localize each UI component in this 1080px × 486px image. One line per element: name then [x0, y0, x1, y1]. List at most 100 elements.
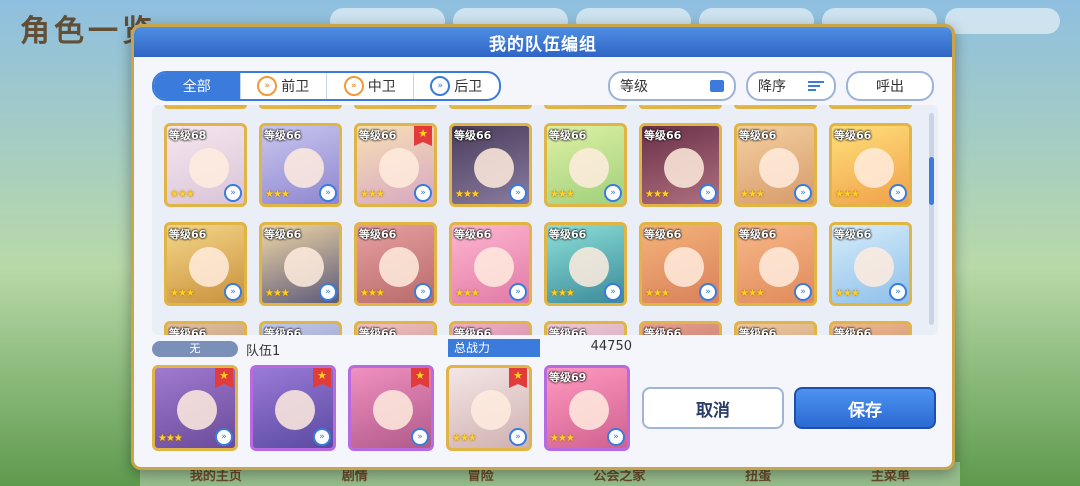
character-card-partial[interactable] — [639, 105, 722, 109]
star-rating: ★★★ — [550, 288, 575, 299]
character-card[interactable]: 等级68 ★★★ » — [164, 123, 247, 207]
grid-row-1: 等级68 ★★★ » 等级66 ★★★ » 等级66 ★★★ » ★ 等级66 ★★★ » 等级66 ★★★… — [164, 123, 912, 207]
level-label: 等级66 — [739, 129, 777, 142]
level-label: 等级66 — [359, 327, 397, 335]
filter-middle-label: 中卫 — [367, 79, 396, 95]
character-card[interactable]: 等级66 ★★★ » — [544, 222, 627, 306]
character-card[interactable]: 等级66 ★★★ » — [734, 123, 817, 207]
character-card[interactable]: ★★★ » ★ — [446, 365, 532, 451]
character-portrait — [759, 247, 799, 287]
filter-all[interactable]: 全部 — [154, 73, 240, 99]
star-rating: ★★★ — [265, 288, 290, 299]
team-info-bar: 无 队伍1 总战力 44750 — [152, 339, 938, 359]
character-card[interactable]: 等级66 ★★★ » — [544, 123, 627, 207]
order-button[interactable]: 降序 — [746, 71, 836, 101]
role-icon: » — [215, 428, 233, 446]
call-button[interactable]: 呼出 — [846, 71, 934, 101]
character-card[interactable]: ★★★ » ★ — [152, 365, 238, 451]
character-portrait — [373, 390, 413, 430]
total-power-value: 44750 — [590, 339, 632, 354]
filter-front[interactable]: » 前卫 — [239, 73, 327, 99]
star-flag-icon: ★ — [509, 368, 527, 388]
character-card-partial[interactable] — [829, 105, 912, 109]
character-card[interactable]: 等级66» — [164, 321, 247, 335]
level-label: 等级66 — [454, 228, 492, 241]
role-icon: » — [889, 283, 907, 301]
character-card-partial[interactable] — [354, 105, 437, 109]
character-card[interactable]: 等级66 ★★★ » — [449, 123, 532, 207]
star-rating: ★★★ — [158, 433, 183, 444]
filter-middle[interactable]: » 中卫 — [326, 73, 413, 99]
grid-row-2: 等级66 ★★★ » 等级66 ★★★ » 等级66 ★★★ » 等级66 ★★★ » 等级66 ★★★ »… — [164, 222, 912, 306]
level-label: 等级66 — [454, 327, 492, 335]
scrollbar-thumb[interactable] — [929, 157, 934, 205]
grid-row-3: 等级66» 等级66» 等级66» 等级66» 等级66» 等级66» 等级66» 等级66» — [164, 321, 912, 335]
save-button[interactable]: 保存 — [794, 387, 936, 429]
star-rating: ★★★ — [455, 288, 480, 299]
character-card[interactable]: 等级66 ★★★ » — [829, 123, 912, 207]
character-card[interactable]: 等级66 ★★★ » — [164, 222, 247, 306]
character-card-partial[interactable] — [449, 105, 532, 109]
level-label: 等级66 — [549, 228, 587, 241]
character-card[interactable]: 等级66» — [734, 321, 817, 335]
character-card[interactable]: 等级66 ★★★ » — [734, 222, 817, 306]
star-rating: ★★★ — [835, 189, 860, 200]
level-label: 等级66 — [264, 129, 302, 142]
character-card[interactable]: 等级66» — [829, 321, 912, 335]
cancel-button[interactable]: 取消 — [642, 387, 784, 429]
character-card[interactable]: » ★ — [348, 365, 434, 451]
character-card[interactable]: 等级66 ★★★ » — [639, 222, 722, 306]
level-label: 等级66 — [169, 228, 207, 241]
dropdown-icon — [710, 80, 724, 92]
sort-dropdown[interactable]: 等级 — [608, 71, 736, 101]
character-card-partial[interactable] — [734, 105, 817, 109]
star-rating: ★★★ — [835, 288, 860, 299]
character-card[interactable]: 等级66» — [544, 321, 627, 335]
character-card[interactable]: 等级66 ★★★ » — [259, 123, 342, 207]
filter-front-label: 前卫 — [281, 79, 310, 95]
star-rating: ★★★ — [360, 288, 385, 299]
character-portrait — [474, 148, 514, 188]
role-icon: » — [607, 428, 625, 446]
level-label: 等级69 — [549, 371, 587, 384]
character-card[interactable]: 等级69 ★★★ » — [544, 365, 630, 451]
character-card[interactable]: 等级66 ★★★ » ★ — [354, 123, 437, 207]
star-flag-icon: ★ — [414, 126, 432, 146]
character-portrait — [471, 390, 511, 430]
star-rating: ★★★ — [550, 433, 575, 444]
level-label: 等级66 — [359, 228, 397, 241]
role-icon: » — [699, 283, 717, 301]
character-card-partial[interactable] — [259, 105, 342, 109]
character-portrait — [379, 148, 419, 188]
character-card[interactable]: 等级66 ★★★ » — [639, 123, 722, 207]
grid-scrollbar[interactable] — [929, 113, 934, 325]
character-card[interactable]: 等级66 ★★★ » — [449, 222, 532, 306]
character-portrait — [854, 148, 894, 188]
team-members: ★★★» ★» ★» ★ ★★★» ★ 等级69 ★★★» — [152, 365, 630, 451]
character-card[interactable]: 等级66» — [449, 321, 532, 335]
level-label: 等级66 — [264, 327, 302, 335]
star-rating: ★★★ — [645, 189, 670, 200]
star-flag-icon: ★ — [215, 368, 233, 388]
character-card[interactable]: 等级66 ★★★ » — [829, 222, 912, 306]
star-rating: ★★★ — [170, 189, 195, 200]
character-portrait — [569, 390, 609, 430]
character-card[interactable]: » ★ — [250, 365, 336, 451]
role-icon: » — [604, 283, 622, 301]
dialog-title: 我的队伍编组 — [134, 27, 952, 57]
character-card[interactable]: 等级66» — [639, 321, 722, 335]
character-card-partial[interactable] — [544, 105, 627, 109]
level-label: 等级66 — [264, 228, 302, 241]
call-label: 呼出 — [876, 79, 904, 95]
character-card[interactable]: 等级66» — [354, 321, 437, 335]
character-card[interactable]: 等级66» — [259, 321, 342, 335]
level-label: 等级66 — [834, 228, 872, 241]
character-card[interactable]: 等级66 ★★★ » — [354, 222, 437, 306]
role-icon: » — [509, 184, 527, 202]
filter-back[interactable]: » 后卫 — [412, 73, 500, 99]
character-portrait — [854, 247, 894, 287]
role-icon: » — [414, 184, 432, 202]
character-card[interactable]: 等级66 ★★★ » — [259, 222, 342, 306]
level-label: 等级66 — [834, 327, 872, 335]
character-card-partial[interactable] — [164, 105, 247, 109]
